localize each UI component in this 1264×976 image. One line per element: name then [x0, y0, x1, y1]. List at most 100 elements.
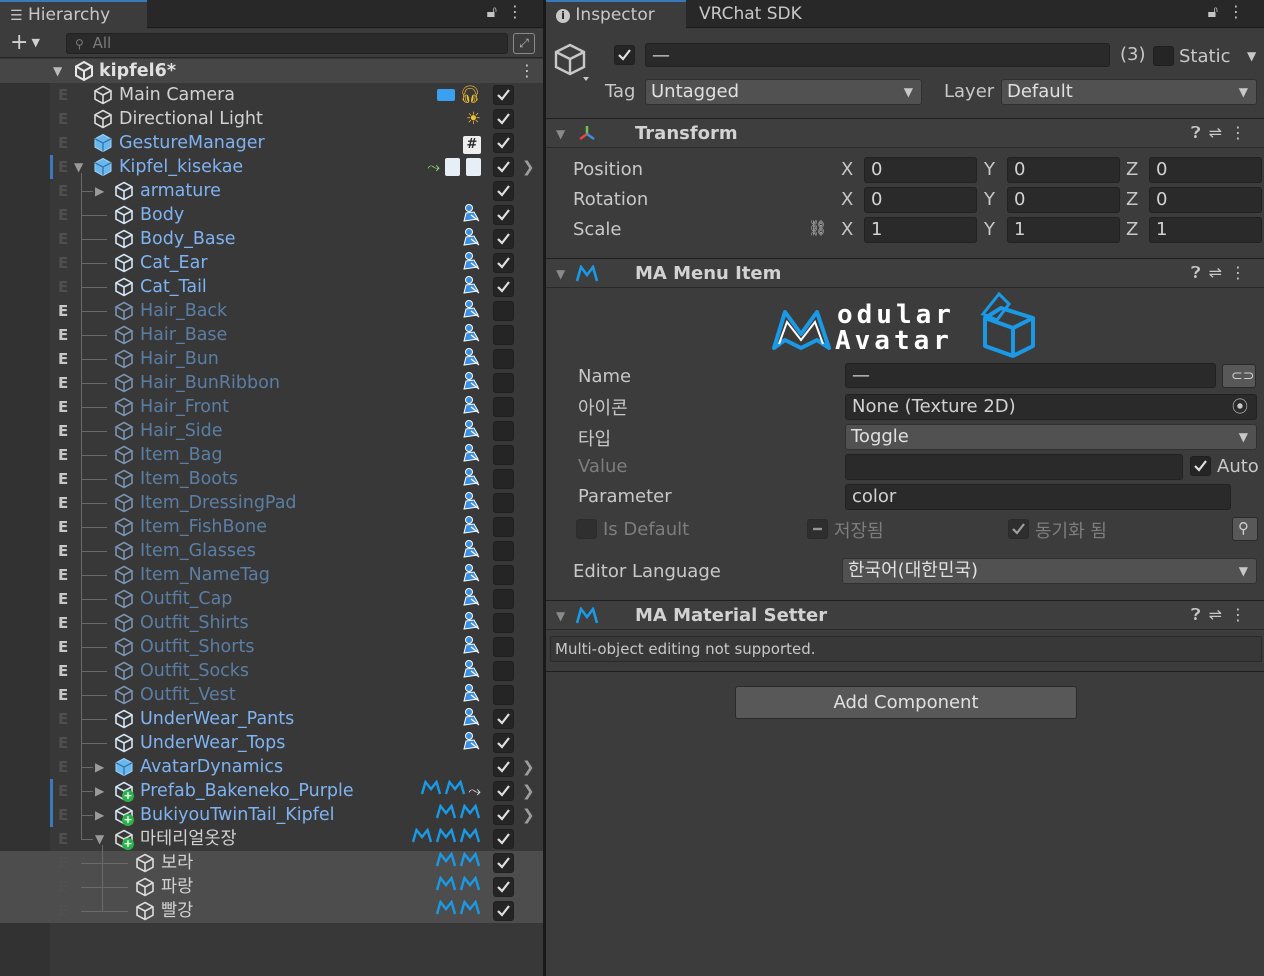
axis-y-label[interactable]: Y [984, 219, 995, 240]
help-icon[interactable]: ❓︎ [1191, 605, 1209, 624]
saved-checkbox[interactable] [807, 519, 828, 539]
active-checkbox[interactable] [493, 325, 514, 345]
lock-icon[interactable]: 🔓︎ [487, 2, 507, 21]
rotation-y-field[interactable]: 0 [1007, 187, 1120, 213]
hierarchy-row[interactable]: E Directional Light ☀︎ [0, 107, 543, 131]
tab-vrchat-sdk[interactable]: VRChat SDK [689, 0, 829, 29]
scene-header[interactable]: ▼ kipfel6* ⋮ [0, 59, 543, 83]
scale-y-field[interactable]: 1 [1007, 217, 1120, 243]
create-dropdown-button[interactable]: + ▼ [10, 30, 40, 59]
help-icon[interactable]: ❓︎ [1191, 123, 1209, 142]
active-checkbox[interactable] [493, 757, 514, 777]
scale-x-field[interactable]: 1 [864, 217, 977, 243]
active-checkbox[interactable] [493, 877, 514, 897]
kebab-menu-icon[interactable]: ⋮ [1230, 123, 1254, 142]
active-checkbox[interactable] [493, 685, 514, 705]
active-checkbox[interactable] [493, 277, 514, 297]
active-checkbox[interactable] [493, 349, 514, 369]
static-checkbox[interactable] [1153, 46, 1174, 66]
kebab-menu-icon[interactable]: ⋮ [1230, 263, 1254, 282]
axis-z-label[interactable]: Z [1126, 219, 1138, 240]
active-checkbox[interactable] [493, 901, 514, 921]
static-dropdown-icon[interactable]: ▼ [1247, 49, 1256, 63]
active-checkbox[interactable] [493, 157, 514, 177]
chevron-right-icon[interactable]: ❯ [522, 803, 535, 827]
scene-visibility-button[interactable]: ⤢ [513, 33, 535, 54]
editor-language-dropdown[interactable]: 한국어(대한민국) ▼ [842, 558, 1257, 584]
icon-object-field[interactable]: None (Texture 2D) ⦿ [845, 394, 1257, 420]
scene-menu-icon[interactable]: ⋮ [519, 59, 535, 83]
tab-hierarchy[interactable]: ☰ Hierarchy [0, 0, 147, 29]
active-checkbox[interactable] [493, 421, 514, 441]
foldout-open-icon[interactable]: ▼ [53, 59, 62, 83]
hierarchy-row[interactable]: E 파랑 [0, 875, 543, 899]
scale-z-field[interactable]: 1 [1149, 217, 1262, 243]
presets-icon[interactable]: ⇌ [1209, 123, 1230, 142]
hierarchy-row[interactable]: E GestureManager # [0, 131, 543, 155]
gameobject-name-field[interactable]: — [645, 43, 1110, 67]
active-checkbox[interactable] [493, 445, 514, 465]
link-name-button[interactable]: ⊂⊃ [1222, 364, 1256, 388]
presets-icon[interactable]: ⇌ [1209, 605, 1230, 624]
chevron-right-icon[interactable]: ❯ [522, 755, 535, 779]
axis-z-label[interactable]: Z [1126, 159, 1138, 180]
foldout-open-icon[interactable]: ▼ [556, 259, 565, 289]
foldout-closed-icon[interactable]: ▶ [95, 803, 104, 827]
axis-y-label[interactable]: Y [984, 159, 995, 180]
active-checkbox[interactable] [493, 493, 514, 513]
active-checkbox[interactable] [493, 133, 514, 153]
axis-x-label[interactable]: X [841, 159, 853, 180]
ma-material-setter-header[interactable]: ▼ MA Material Setter ❓︎⇌⋮ [546, 600, 1264, 630]
active-checkbox[interactable] [493, 805, 514, 825]
foldout-closed-icon[interactable]: ▶ [95, 179, 104, 203]
kebab-menu-icon[interactable]: ⋮ [1230, 605, 1254, 624]
active-checkbox[interactable] [493, 829, 514, 849]
help-icon[interactable]: ❓︎ [1191, 263, 1209, 282]
menu-name-field[interactable]: — [845, 363, 1216, 388]
axis-y-label[interactable]: Y [984, 189, 995, 210]
active-checkbox[interactable] [493, 253, 514, 273]
value-field[interactable] [845, 454, 1183, 480]
kebab-menu-icon[interactable]: ⋮ [1228, 2, 1254, 21]
parameter-field[interactable]: color [845, 484, 1231, 510]
active-checkbox[interactable] [493, 781, 514, 801]
active-checkbox[interactable] [493, 397, 514, 417]
tag-dropdown[interactable]: Untagged ▼ [645, 79, 922, 105]
foldout-closed-icon[interactable]: ▶ [95, 779, 104, 803]
active-checkbox[interactable] [493, 205, 514, 225]
layer-dropdown[interactable]: Default ▼ [1001, 79, 1257, 105]
foldout-open-icon[interactable]: ▼ [556, 119, 565, 149]
lock-icon[interactable]: 🔓︎ [1208, 2, 1228, 21]
active-checkbox[interactable] [493, 181, 514, 201]
active-checkbox[interactable] [493, 661, 514, 681]
active-checkbox[interactable] [493, 85, 514, 105]
presets-icon[interactable]: ⇌ [1209, 263, 1230, 282]
gameobject-icon[interactable] [554, 42, 590, 87]
active-checkbox[interactable] [493, 229, 514, 249]
active-checkbox[interactable] [493, 853, 514, 873]
search-input[interactable]: ⚲ All [66, 33, 508, 54]
hierarchy-row[interactable]: E 빨강 [0, 899, 543, 923]
active-checkbox[interactable] [493, 373, 514, 393]
is-default-checkbox[interactable] [576, 519, 597, 539]
search-parameter-button[interactable]: ⚲ [1232, 517, 1258, 541]
active-checkbox[interactable] [493, 709, 514, 729]
add-component-button[interactable]: Add Component [735, 686, 1077, 719]
active-checkbox[interactable] [493, 637, 514, 657]
active-checkbox[interactable] [493, 613, 514, 633]
foldout-closed-icon[interactable]: ▶ [95, 755, 104, 779]
transform-header[interactable]: ▼ Transform ❓︎⇌⋮ [546, 118, 1264, 148]
active-checkbox[interactable] [493, 733, 514, 753]
active-checkbox[interactable] [493, 301, 514, 321]
active-checkbox[interactable] [493, 589, 514, 609]
type-dropdown[interactable]: Toggle ▼ [845, 424, 1257, 450]
synced-checkbox[interactable] [1008, 519, 1029, 539]
kebab-menu-icon[interactable]: ⋮ [507, 2, 533, 21]
active-checkbox[interactable] [493, 517, 514, 537]
active-checkbox[interactable] [493, 541, 514, 561]
ma-menu-item-header[interactable]: ▼ MA Menu Item ❓︎⇌⋮ [546, 258, 1264, 288]
active-checkbox[interactable] [614, 45, 635, 65]
chevron-right-icon[interactable]: ❯ [522, 779, 535, 803]
auto-checkbox[interactable] [1190, 456, 1211, 476]
active-checkbox[interactable] [493, 565, 514, 585]
